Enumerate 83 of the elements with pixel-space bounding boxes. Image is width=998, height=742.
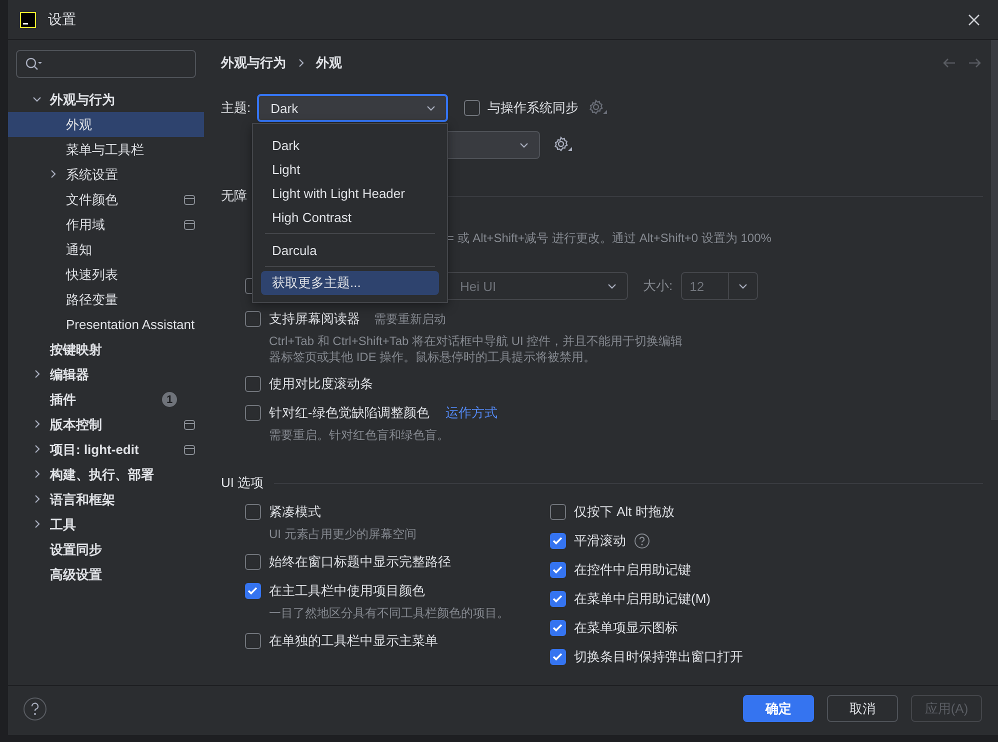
- section-title: UI 选项: [221, 474, 264, 492]
- checkbox[interactable]: [245, 554, 261, 570]
- description-text: 一目了然地区分具有不同工具栏颜色的项目。: [269, 605, 509, 621]
- checkbox-label: 仅按下 Alt 时拖放: [574, 503, 674, 521]
- tree-item[interactable]: 工具: [8, 512, 210, 537]
- chevron-down-icon: [519, 140, 529, 150]
- checkbox-label: 在菜单中启用助记键(M): [574, 590, 710, 608]
- checkbox[interactable]: [245, 583, 261, 599]
- tree-item[interactable]: 版本控制: [8, 412, 210, 437]
- checkbox[interactable]: [550, 562, 566, 578]
- checkbox[interactable]: [550, 620, 566, 636]
- app-logo-icon: [20, 12, 36, 28]
- search-field[interactable]: [16, 50, 196, 78]
- checkbox[interactable]: [550, 649, 566, 665]
- checkbox-label: 切换条目时保持弹出窗口打开: [574, 648, 743, 666]
- tree-item[interactable]: 设置同步: [8, 537, 210, 562]
- chevron-down-icon: [738, 281, 748, 291]
- description-text: 需要重启。针对红色盲和绿色盲。: [269, 427, 449, 443]
- tree-item[interactable]: 外观: [8, 112, 204, 137]
- tree-item[interactable]: 语言和框架: [8, 487, 210, 512]
- window-title: 设置: [48, 10, 77, 28]
- checkbox[interactable]: [550, 591, 566, 607]
- checkbox[interactable]: [245, 311, 261, 327]
- close-icon: [968, 14, 980, 26]
- search-icon: [25, 57, 43, 71]
- menu-item[interactable]: Light with Light Header: [261, 181, 439, 205]
- menu-item[interactable]: Light: [261, 157, 439, 181]
- tree-item[interactable]: 按键映射: [8, 337, 210, 362]
- checkbox-label: 针对红-绿色觉缺陷调整颜色: [269, 404, 430, 422]
- checkbox[interactable]: [245, 376, 261, 392]
- checkbox-label: 在单独的工具栏中显示主菜单: [269, 632, 438, 650]
- checkbox[interactable]: [245, 504, 261, 520]
- tree-item[interactable]: 快速列表: [8, 262, 210, 287]
- section-title: 无障: [221, 187, 247, 205]
- field-label: 大小:: [643, 277, 673, 295]
- how-it-works-link[interactable]: 运作方式: [445, 404, 498, 422]
- chevron-down-icon: [607, 281, 617, 291]
- checkbox-label: 支持屏幕阅读器: [269, 310, 360, 328]
- checkbox-label: 始终在窗口标题中显示完整路径: [269, 553, 451, 571]
- tree-item[interactable]: 构建、执行、部署: [8, 462, 210, 487]
- checkbox-label: 使用对比度滚动条: [269, 375, 373, 393]
- checkbox-label: 紧凑模式: [269, 503, 321, 521]
- checkbox[interactable]: [245, 633, 261, 649]
- ok-button[interactable]: 确定: [743, 695, 814, 722]
- menu-item[interactable]: 获取更多主题...: [261, 271, 439, 295]
- breadcrumb-item[interactable]: 外观: [316, 54, 342, 72]
- field-label: 主题:: [221, 99, 251, 117]
- font-dropdown[interactable]: [448, 131, 540, 159]
- checkbox[interactable]: [464, 100, 480, 116]
- description-text: Ctrl+Tab 和 Ctrl+Shift+Tab 将在对话框中导航 UI 控件，并且不能用于切换编辑器标签页或其他 IDE 操作。鼠标悬停时的工具提示将被禁用。: [269, 333, 684, 365]
- tree-item[interactable]: 编辑器: [8, 362, 210, 387]
- checkbox[interactable]: [245, 405, 261, 421]
- tree-item[interactable]: Presentation Assistant: [8, 312, 210, 337]
- breadcrumb-separator-icon: [296, 58, 306, 68]
- tree-item[interactable]: 通知: [8, 237, 210, 262]
- count-badge: 1: [162, 392, 177, 407]
- checkbox[interactable]: [550, 504, 566, 520]
- tree-item[interactable]: 作用域: [8, 212, 210, 237]
- tree-item[interactable]: 项目: light-edit: [8, 437, 210, 462]
- chevron-down-icon: [426, 103, 436, 113]
- checkbox-label: 在控件中启用助记键: [574, 561, 691, 579]
- help-icon[interactable]: [23, 696, 47, 720]
- breadcrumb-item[interactable]: 外观与行为: [221, 54, 286, 72]
- tree-item[interactable]: 文件颜色: [8, 187, 210, 212]
- tree-item[interactable]: 插件 1: [8, 387, 210, 412]
- tree-item[interactable]: 系统设置: [8, 162, 210, 187]
- tree-item[interactable]: 菜单与工具栏: [8, 137, 210, 162]
- checkbox-label: 在主工具栏中使用项目颜色: [269, 582, 425, 600]
- hint-text: 需要重新启动: [374, 310, 446, 328]
- scrollbar-thumb[interactable]: [991, 40, 998, 420]
- checkbox[interactable]: [550, 533, 566, 549]
- tree-item[interactable]: 高级设置: [8, 562, 210, 587]
- tree-item[interactable]: 路径变量: [8, 287, 210, 312]
- menu-item[interactable]: Dark: [261, 133, 439, 157]
- menu-item[interactable]: Darcula: [261, 238, 439, 262]
- checkbox-label: 平滑滚动: [574, 532, 626, 550]
- checkbox-label: 在菜单项显示图标: [574, 619, 678, 637]
- tree-item[interactable]: 外观与行为: [8, 87, 210, 112]
- dialog-button[interactable]: 取消: [827, 695, 898, 722]
- theme-dropdown[interactable]: Dark: [256, 94, 448, 122]
- description-text: UI 元素占用更少的屏幕空间: [269, 526, 416, 542]
- menu-item[interactable]: High Contrast: [261, 205, 439, 229]
- checkbox-label: 与操作系统同步: [488, 99, 579, 117]
